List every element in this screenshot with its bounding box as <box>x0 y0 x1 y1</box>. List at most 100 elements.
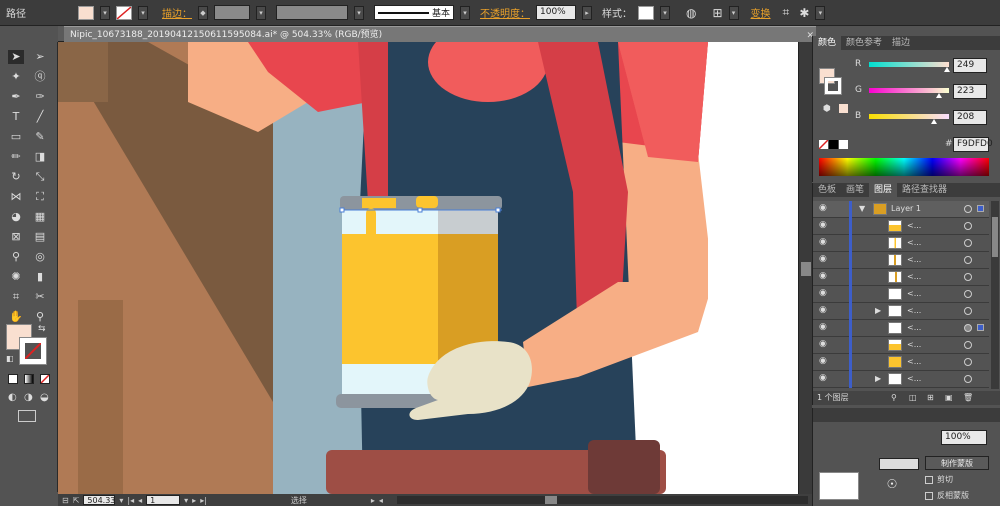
export-icon[interactable]: ⇱ <box>73 496 80 505</box>
brush-style-dropdown-icon[interactable]: ▾ <box>460 5 470 20</box>
last-artboard-icon[interactable]: ▸| <box>200 496 207 505</box>
expand-arrow-icon[interactable]: ▶ <box>875 306 881 315</box>
scroll-left-icon[interactable]: ◂ <box>379 496 383 505</box>
layer-target-icon[interactable] <box>964 307 972 315</box>
black-swatch[interactable] <box>829 140 838 149</box>
fill-swatch[interactable] <box>78 5 94 20</box>
transform-link[interactable]: 变换 <box>751 5 771 20</box>
color-spectrum[interactable] <box>819 158 989 176</box>
transparency-opacity-field[interactable]: 100% <box>941 430 987 445</box>
blue-value-field[interactable]: 208 <box>953 110 987 125</box>
layer-target-icon[interactable] <box>964 324 972 332</box>
gradient-tool-icon[interactable]: ▤ <box>32 230 48 244</box>
column-graph-icon[interactable]: ▮ <box>32 270 48 284</box>
line-tool-icon[interactable]: ╱ <box>32 110 48 124</box>
hex-field[interactable]: F9DFD0 <box>953 137 993 152</box>
clip-checkbox[interactable] <box>925 476 933 484</box>
layer-target-icon[interactable] <box>964 358 972 366</box>
paintbrush-icon[interactable]: ✎ <box>32 130 48 144</box>
rectangle-tool-icon[interactable]: ▭ <box>8 130 24 144</box>
clipping-mask-icon[interactable]: ◫ <box>909 391 917 405</box>
free-transform-icon[interactable]: ⛶ <box>32 190 48 204</box>
stroke-color-box[interactable] <box>19 337 47 365</box>
opacity-field[interactable]: 100% <box>536 5 576 20</box>
default-colors-icon[interactable]: ◧ <box>6 354 14 363</box>
selection-indicator[interactable] <box>977 324 984 331</box>
symbol-sprayer-icon[interactable]: ✺ <box>8 270 24 284</box>
status-arrow-icon[interactable]: ▸ <box>371 496 375 505</box>
expand-arrow-icon[interactable]: ▼ <box>859 204 865 213</box>
slice-tool-icon[interactable]: ✂ <box>32 290 48 304</box>
list-item[interactable]: ◉ <... <box>813 286 989 303</box>
tab-brushes[interactable]: 画笔 <box>841 183 869 197</box>
list-item[interactable]: ◉ <... <box>813 320 989 337</box>
recolor-icon[interactable]: ◍ <box>686 6 696 20</box>
tab-layers[interactable]: 图层 <box>869 183 898 197</box>
isolate-icon[interactable]: ⌗ <box>783 5 790 20</box>
hand-tool-icon[interactable]: ✋ <box>8 310 24 324</box>
selection-tool-icon[interactable]: ➤ <box>8 50 24 64</box>
eraser-icon[interactable]: ◨ <box>32 150 48 164</box>
align-icon[interactable]: ⊞ <box>712 6 722 20</box>
new-sublayer-icon[interactable]: ⊞ <box>927 391 934 405</box>
red-slider-track[interactable] <box>869 62 951 72</box>
anchor-point[interactable] <box>339 207 345 213</box>
zoom-dropdown-icon[interactable]: ▾ <box>119 496 123 505</box>
gradient-mode-icon[interactable] <box>24 374 34 384</box>
draw-mode-icon[interactable]: ◐ <box>8 392 17 403</box>
tab-stroke[interactable]: 描边 <box>887 36 915 50</box>
new-layer-icon[interactable]: ▣ <box>945 391 953 405</box>
shape-builder-icon[interactable]: ◕ <box>8 210 24 224</box>
graphic-style-dropdown-icon[interactable]: ▾ <box>660 5 670 20</box>
graphic-style-swatch[interactable] <box>638 5 654 20</box>
pencil-icon[interactable]: ✏ <box>8 150 24 164</box>
selection-indicator[interactable] <box>977 205 984 212</box>
swap-colors-icon[interactable]: ⇆ <box>38 324 46 334</box>
variable-width-dropdown-icon[interactable]: ▾ <box>354 5 364 20</box>
white-swatch[interactable] <box>839 140 848 149</box>
pen-tool-icon[interactable]: ✒ <box>8 90 24 104</box>
stroke-swatch[interactable] <box>116 5 132 20</box>
tab-color[interactable]: 颜色 <box>813 36 842 50</box>
zoom-field[interactable]: 504.33 <box>83 495 116 505</box>
variable-width-field[interactable] <box>276 5 348 20</box>
list-item[interactable]: ◉ ▶ <... <box>813 303 989 320</box>
arrange-icon[interactable]: ✱ <box>799 6 809 20</box>
green-slider-thumb[interactable] <box>936 93 942 98</box>
mesh-tool-icon[interactable]: ⊠ <box>8 230 24 244</box>
align-dropdown-icon[interactable]: ▾ <box>728 5 739 20</box>
first-artboard-icon[interactable]: |◂ <box>127 496 134 505</box>
brush-style-select[interactable]: 基本 <box>374 5 454 20</box>
list-item[interactable]: ◉ <... <box>813 218 989 235</box>
direct-selection-tool-icon[interactable]: ➢ <box>32 50 48 64</box>
mask-link-icon[interactable]: ☉ <box>871 466 913 502</box>
anchor-point[interactable] <box>495 207 501 213</box>
layer-target-icon[interactable] <box>964 375 972 383</box>
rotate-tool-icon[interactable]: ↻ <box>8 170 24 184</box>
artboard-canvas[interactable] <box>58 42 798 494</box>
arrange-dropdown-icon[interactable]: ▾ <box>815 5 826 20</box>
layer-target-icon[interactable] <box>964 273 972 281</box>
stroke-link[interactable]: 描边： <box>162 5 192 20</box>
horizontal-scrollbar[interactable] <box>396 496 808 504</box>
blue-slider-track[interactable] <box>869 114 949 124</box>
anchor-point[interactable] <box>417 207 423 213</box>
list-item[interactable]: ◉ ▶ <... <box>813 371 989 388</box>
stroke-weight-stepper[interactable]: ◆ <box>198 5 208 20</box>
green-slider-track[interactable] <box>869 88 949 98</box>
opacity-dropdown-icon[interactable]: ▸ <box>582 5 592 20</box>
expand-arrow-icon[interactable]: ▶ <box>875 374 881 383</box>
vertical-scroll-thumb[interactable] <box>801 262 811 276</box>
artboard-tool-icon[interactable]: ⌗ <box>8 290 24 304</box>
layers-scrollbar[interactable] <box>991 201 999 389</box>
list-item[interactable]: ◉ <... <box>813 235 989 252</box>
list-item[interactable]: ◉ <... <box>813 337 989 354</box>
perspective-grid-icon[interactable]: ▦ <box>32 210 48 224</box>
fill-dropdown-icon[interactable]: ▾ <box>100 5 110 20</box>
layers-scroll-thumb[interactable] <box>992 217 998 257</box>
zoom-tool-icon[interactable]: ⚲ <box>32 310 48 324</box>
layer-target-icon[interactable] <box>964 256 972 264</box>
color-mode-icon[interactable] <box>8 374 18 384</box>
layer-target-icon[interactable] <box>964 341 972 349</box>
curvature-tool-icon[interactable]: ✑ <box>32 90 48 104</box>
